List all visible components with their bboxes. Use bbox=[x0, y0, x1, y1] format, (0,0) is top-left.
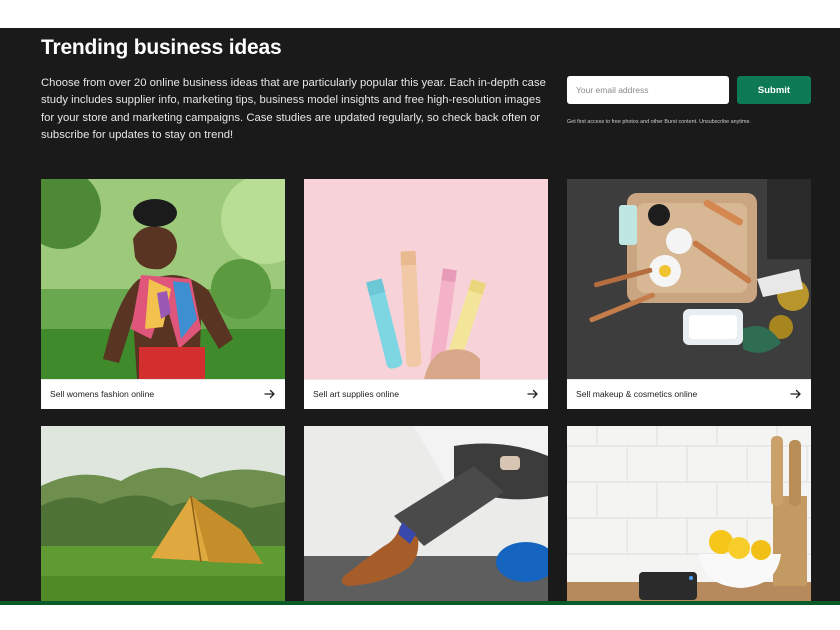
makeup-cosmetics-image bbox=[567, 179, 811, 379]
womens-fashion-image bbox=[41, 179, 285, 379]
card-caption: Sell womens fashion online bbox=[41, 379, 285, 409]
card-womens-fashion[interactable]: Sell womens fashion online bbox=[41, 179, 285, 409]
leather-shoes-image bbox=[304, 426, 548, 602]
card-kitchen[interactable] bbox=[567, 426, 811, 602]
section-title: Trending business ideas bbox=[41, 36, 282, 59]
camping-tent-image bbox=[41, 426, 285, 602]
bottom-accent-bar bbox=[0, 601, 840, 605]
card-camping[interactable] bbox=[41, 426, 285, 602]
card-shoes[interactable] bbox=[304, 426, 548, 602]
trending-ideas-section: Trending business ideas Choose from over… bbox=[0, 28, 840, 602]
submit-button[interactable]: Submit bbox=[737, 76, 811, 104]
card-label: Sell makeup & cosmetics online bbox=[576, 389, 698, 399]
kitchen-lemons-image bbox=[567, 426, 811, 602]
card-caption: Sell art supplies online bbox=[304, 379, 548, 409]
card-label: Sell womens fashion online bbox=[50, 389, 155, 399]
card-caption: Sell makeup & cosmetics online bbox=[567, 379, 811, 409]
card-art-supplies[interactable]: Sell art supplies online bbox=[304, 179, 548, 409]
section-description: Choose from over 20 online business idea… bbox=[41, 77, 546, 141]
email-input[interactable] bbox=[567, 76, 729, 104]
signup-disclaimer: Get first access to free photos and othe… bbox=[567, 119, 751, 125]
arrow-right-icon bbox=[790, 389, 801, 399]
art-supplies-image bbox=[304, 179, 548, 379]
arrow-right-icon bbox=[527, 389, 538, 399]
arrow-right-icon bbox=[264, 389, 275, 399]
card-makeup-cosmetics[interactable]: Sell makeup & cosmetics online bbox=[567, 179, 811, 409]
card-label: Sell art supplies online bbox=[313, 389, 399, 399]
